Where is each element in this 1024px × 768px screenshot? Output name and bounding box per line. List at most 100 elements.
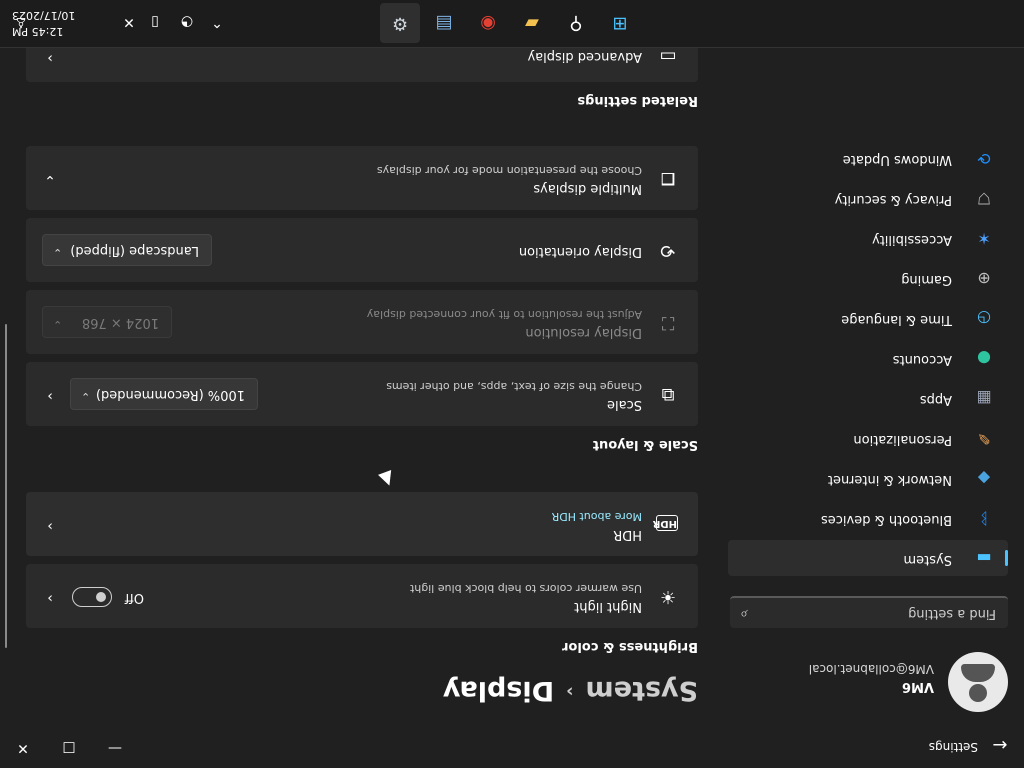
notification-icon[interactable]: ♙ <box>12 13 30 31</box>
chevron-down-icon: ⌄ <box>81 390 91 403</box>
windows-start-icon: ⊞ <box>612 13 628 34</box>
orientation-icon: ⟲ <box>660 240 676 261</box>
multiple-displays-card[interactable]: ⧠ Multiple displays Choose the presentat… <box>26 146 698 210</box>
network-tray-icon[interactable]: ◔ <box>178 13 196 31</box>
advanced-display-title: Advanced display <box>527 49 642 64</box>
breadcrumb-parent[interactable]: System <box>586 675 698 706</box>
bluetooth-icon: ᛒ <box>979 509 989 528</box>
monitor-icon: ▬ <box>976 549 992 568</box>
taskbar-chrome[interactable]: ◉ <box>468 3 508 43</box>
sidebar-item-personalization[interactable]: ✎ Personalization <box>728 420 1008 456</box>
sidebar-item-label: Apps <box>919 392 952 407</box>
network-icon: ◆ <box>977 469 991 488</box>
avatar <box>948 652 1008 712</box>
sidebar-item-label: Accounts <box>892 352 952 367</box>
brush-icon: ✎ <box>977 429 991 448</box>
night-light-toggle[interactable] <box>72 587 112 607</box>
sidebar-item-label: Personalization <box>853 432 952 447</box>
file-explorer-icon: ▰ <box>525 13 539 34</box>
sidebar-item-gaming[interactable]: ⊕ Gaming <box>728 260 1008 296</box>
resolution-dropdown: 1024 × 768 ⌄ <box>42 306 172 338</box>
close-button[interactable]: ✕ <box>0 728 46 768</box>
taskbar-search[interactable]: ⚲ <box>556 3 596 43</box>
sidebar-item-system[interactable]: ▬ System <box>728 540 1008 576</box>
breadcrumb: System › Display <box>443 675 698 706</box>
chevron-right-icon[interactable]: › <box>42 518 58 534</box>
taskbar-task-manager[interactable]: ▤ <box>424 3 464 43</box>
sidebar-item-label: Gaming <box>901 272 952 287</box>
user-profile[interactable]: VM6 VM6@collabnet.local <box>718 648 1008 712</box>
night-light-state: Off <box>124 590 144 605</box>
night-light-subtitle: Use warmer colors to help block blue lig… <box>409 582 642 595</box>
scale-title: Scale <box>607 397 642 412</box>
mouse-cursor <box>378 470 396 488</box>
night-light-card[interactable]: ☀ Night light Use warmer colors to help … <box>26 564 698 628</box>
orientation-title: Display orientation <box>518 244 642 259</box>
hdr-icon: HDR <box>653 515 678 531</box>
chevron-down-icon: ⌄ <box>53 318 63 331</box>
sidebar-item-apps[interactable]: ▦ Apps <box>728 380 1008 416</box>
sidebar-item-label: System <box>903 552 952 567</box>
volume-mute-icon[interactable]: ✕ <box>120 13 138 31</box>
chevron-up-icon[interactable]: ⌃ <box>208 13 226 31</box>
minimize-button[interactable]: — <box>92 728 138 768</box>
taskbar: ⊞ ⚲ ▰ ◉ ▤ ⚙ ⌃ ◔ ▯ ✕ 12:45 PM 10/17/2023 … <box>0 0 1024 48</box>
section-title-related: Related settings <box>577 93 698 108</box>
gaming-icon: ⊕ <box>977 269 991 288</box>
resolution-title: Display resolution <box>525 325 642 340</box>
orientation-dropdown[interactable]: Landscape (flipped) ⌄ <box>42 234 212 266</box>
scrollbar-thumb[interactable] <box>5 324 7 648</box>
hdr-more-link[interactable]: More about HDR <box>552 510 642 523</box>
hdr-card[interactable]: HDR HDR More about HDR › <box>26 492 698 556</box>
search-icon: ⚲ <box>569 13 583 34</box>
multiple-displays-subtitle: Choose the presentation mode for your di… <box>376 164 642 177</box>
window-title: Settings <box>928 740 978 754</box>
accounts-icon: ● <box>977 349 991 368</box>
task-manager-icon: ▤ <box>435 13 453 34</box>
sidebar-item-label: Accessibility <box>872 232 952 247</box>
display-tray-icon[interactable]: ▯ <box>146 13 164 31</box>
sidebar-nav: ▬ System ᛒ Bluetooth & devices ◆ Network… <box>728 136 1008 576</box>
sidebar-item-network[interactable]: ◆ Network & internet <box>728 460 1008 496</box>
settings-gear-icon: ⚙ <box>391 13 409 34</box>
scale-dropdown[interactable]: 100% (Recommended) ⌄ <box>70 378 258 410</box>
scale-subtitle: Change the size of text, apps, and other… <box>386 380 642 393</box>
taskbar-settings[interactable]: ⚙ <box>380 3 420 43</box>
night-light-title: Night light <box>574 599 642 614</box>
resolution-value: 1024 × 768 <box>81 315 159 330</box>
sidebar-item-accessibility[interactable]: ✶ Accessibility <box>728 220 1008 256</box>
chevron-right-icon: › <box>566 681 574 702</box>
chevron-right-icon[interactable]: › <box>42 590 58 606</box>
chrome-icon: ◉ <box>480 13 496 34</box>
accessibility-icon: ✶ <box>977 229 991 248</box>
search-icon: ⌕ <box>740 606 748 622</box>
shield-icon: ⛉ <box>978 189 991 208</box>
sidebar-item-time-language[interactable]: ◷ Time & language <box>728 300 1008 336</box>
scale-card[interactable]: ⧉ Scale Change the size of text, apps, a… <box>26 362 698 426</box>
orientation-card[interactable]: ⟲ Display orientation Landscape (flipped… <box>26 218 698 282</box>
search-input[interactable]: Find a setting ⌕ <box>730 596 1008 628</box>
maximize-button[interactable]: □ <box>46 728 92 768</box>
chevron-down-icon: ⌄ <box>53 246 63 259</box>
taskbar-file-explorer[interactable]: ▰ <box>512 3 552 43</box>
update-icon: ⟳ <box>977 149 991 168</box>
user-name: VM6 <box>901 679 934 694</box>
start-button[interactable]: ⊞ <box>600 3 640 43</box>
user-email: VM6@collabnet.local <box>808 662 934 676</box>
chevron-right-icon[interactable]: › <box>42 388 58 404</box>
back-arrow-icon[interactable]: ← <box>988 732 1012 756</box>
sidebar-item-accounts[interactable]: ● Accounts <box>728 340 1008 376</box>
sidebar-item-privacy[interactable]: ⛉ Privacy & security <box>728 180 1008 216</box>
multiple-displays-icon: ⧠ <box>660 168 676 189</box>
multiple-displays-title: Multiple displays <box>533 181 642 196</box>
sidebar-item-label: Network & internet <box>827 472 952 487</box>
apps-icon: ▦ <box>976 389 992 408</box>
time-language-icon: ◷ <box>977 309 991 328</box>
chevron-right-icon[interactable]: › <box>42 50 58 66</box>
title-bar: ← Settings — □ ✕ <box>0 720 1024 768</box>
chevron-down-icon[interactable]: ⌄ <box>42 172 58 188</box>
sidebar-item-label: Bluetooth & devices <box>821 512 952 527</box>
sidebar-item-windows-update[interactable]: ⟳ Windows Update <box>728 140 1008 176</box>
section-title-scale-layout: Scale & layout <box>592 437 698 452</box>
sidebar-item-bluetooth[interactable]: ᛒ Bluetooth & devices <box>728 500 1008 536</box>
